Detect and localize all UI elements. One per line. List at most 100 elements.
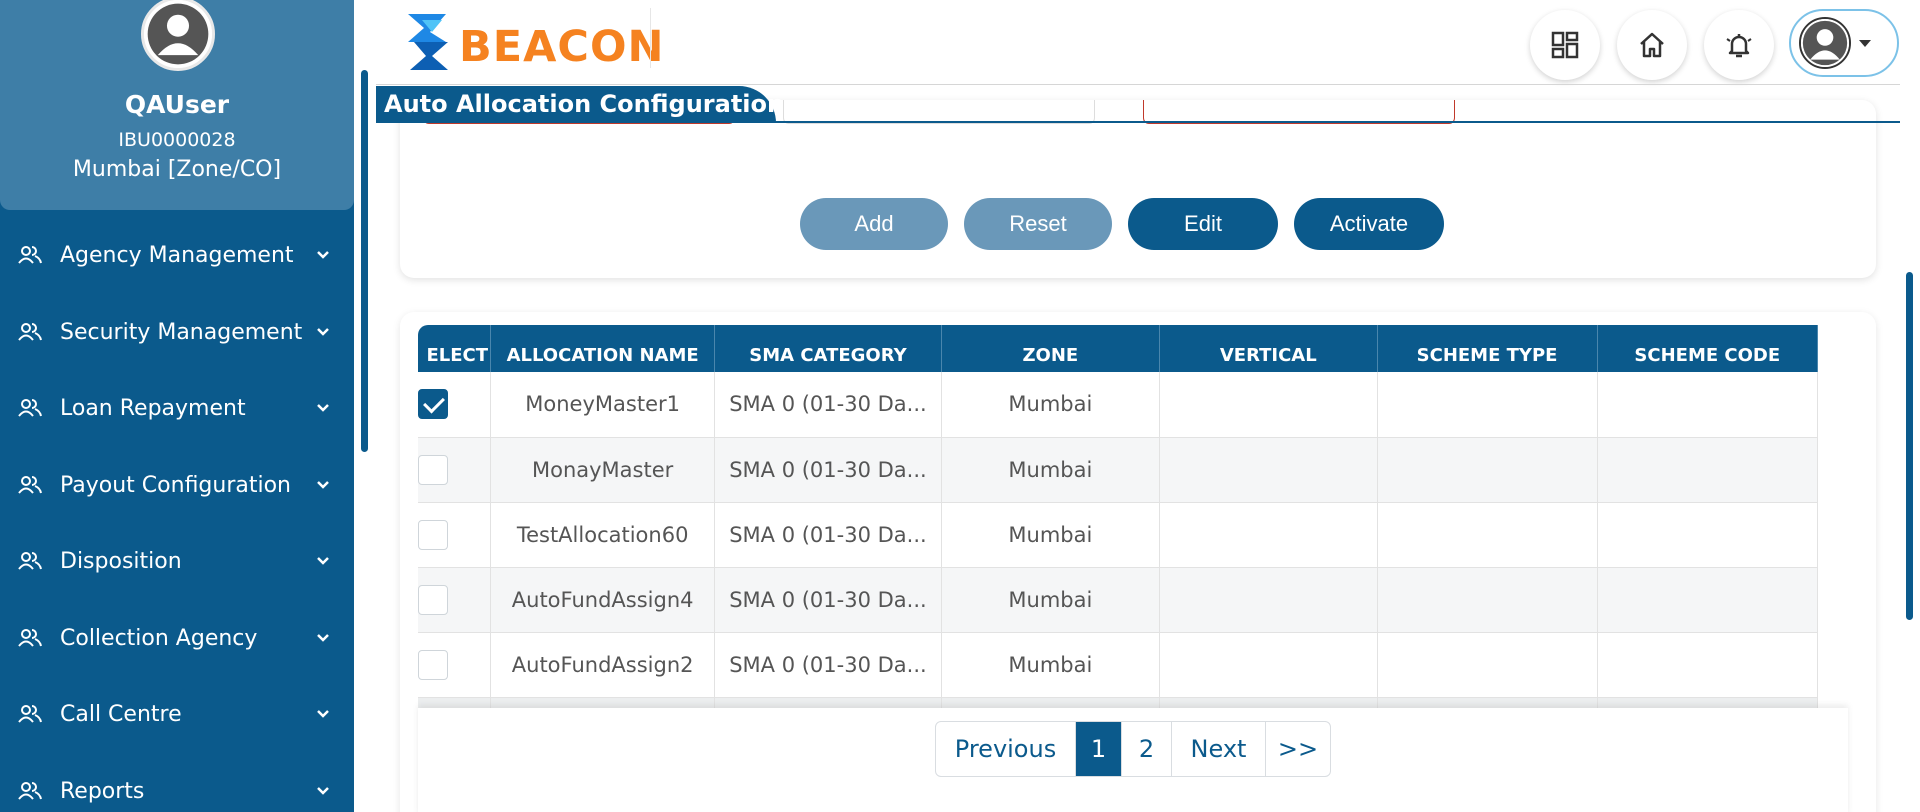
sidebar-item-reports[interactable]: Reports	[0, 761, 354, 812]
users-icon	[18, 399, 42, 417]
table-row[interactable]: MoneyMaster1 SMA 0 (01-30 Da... Mumbai	[418, 372, 1819, 438]
table-row[interactable]: MonayMaster SMA 0 (01-30 Da... Mumbai	[418, 437, 1819, 503]
page-title-underline	[376, 121, 1900, 123]
cell-sma: SMA 0 (01-30 Da...	[714, 632, 942, 698]
chevron-down-icon	[317, 787, 329, 795]
page-title: Auto Allocation Configuration	[376, 86, 784, 123]
cell-sma: SMA 0 (01-30 Da...	[714, 437, 942, 503]
user-zone: Mumbai [Zone/CO]	[72, 157, 282, 182]
user-avatar-icon	[1801, 19, 1849, 67]
sidebar-item-payout-configuration[interactable]: Payout Configuration	[0, 455, 354, 515]
users-icon	[18, 705, 42, 723]
sidebar-item-disposition[interactable]: Disposition	[0, 531, 354, 591]
sidebar-item-label: Security Management	[60, 319, 303, 345]
sidebar-item-loan-repayment[interactable]: Loan Repayment	[0, 378, 354, 438]
cell-zone: Mumbai	[941, 632, 1161, 698]
table-row[interactable]: TestAllocation60 SMA 0 (01-30 Da... Mumbai	[418, 502, 1819, 568]
row-checkbox[interactable]	[418, 649, 448, 680]
table-body: MoneyMaster1 SMA 0 (01-30 Da... Mumbai Mona…	[418, 372, 1819, 715]
select-cell	[418, 437, 492, 503]
column-header: SMA CATEGORY	[714, 325, 942, 372]
column-header: VERTICAL	[1159, 325, 1378, 372]
cell-zone: Mumbai	[941, 437, 1161, 503]
dashboard-button[interactable]	[1530, 10, 1600, 80]
brand-name: BEACON	[459, 22, 665, 72]
sidebar-item-label: Reports	[60, 778, 145, 804]
chevron-down-icon	[317, 251, 329, 259]
chevron-down-icon	[317, 634, 329, 642]
row-checkbox[interactable]	[418, 454, 448, 485]
last-page-button[interactable]: >>	[1266, 722, 1330, 776]
home-icon	[1640, 32, 1664, 58]
cell-name: TestAllocation60	[490, 502, 716, 568]
reset-button[interactable]: Reset	[964, 198, 1112, 250]
chevron-down-icon	[317, 710, 329, 718]
previous-page-button[interactable]: Previous	[936, 722, 1076, 776]
cell-name: MonayMaster	[490, 437, 716, 503]
cell-scheme-code	[1597, 372, 1819, 438]
header-separator	[376, 84, 1900, 85]
sidebar-scrollbar[interactable]	[361, 70, 368, 452]
column-header: ZONE	[941, 325, 1161, 372]
cell-sma: SMA 0 (01-30 Da...	[714, 372, 942, 438]
sidebar-item-call-centre[interactable]: Call Centre	[0, 684, 354, 744]
cell-scheme-code	[1597, 567, 1819, 633]
users-icon	[18, 552, 42, 570]
header-divider	[650, 8, 651, 68]
bell-icon	[1726, 34, 1752, 58]
cell-sma: SMA 0 (01-30 Da...	[714, 567, 942, 633]
select-cell	[418, 502, 492, 568]
row-checkbox[interactable]	[418, 584, 448, 615]
pagination: Previous 1 2 Next >>	[935, 721, 1331, 777]
select-cell	[418, 567, 492, 633]
notifications-button[interactable]	[1704, 10, 1774, 80]
table-header-row: ELECT ALLOCATION NAME SMA CATEGORY ZONE VERT…	[418, 325, 1819, 372]
home-button[interactable]	[1617, 10, 1687, 80]
sidebar-item-agency-management[interactable]: Agency Management	[0, 225, 354, 285]
cell-name: MoneyMaster1	[490, 372, 716, 438]
select-cell	[418, 372, 492, 438]
allocation-table: ELECT ALLOCATION NAME SMA CATEGORY ZONE VERT…	[418, 325, 1819, 715]
row-checkbox[interactable]	[418, 389, 448, 420]
cell-name: AutoFundAssign4	[490, 567, 716, 633]
table-row[interactable]: AutoFundAssign4 SMA 0 (01-30 Da... Mumbai	[418, 567, 1819, 633]
page-button-1[interactable]: 1	[1076, 722, 1122, 776]
user-profile-panel: QAUser IBU0000028 Mumbai [Zone/CO]	[0, 0, 354, 210]
select-cell	[418, 632, 492, 698]
user-menu-button[interactable]	[1789, 9, 1899, 77]
sidebar-item-security-management[interactable]: Security Management	[0, 302, 354, 362]
sidebar-item-label: Payout Configuration	[60, 472, 291, 498]
sidebar-item-label: Call Centre	[60, 701, 182, 727]
page-button-2[interactable]: 2	[1122, 722, 1172, 776]
cell-scheme-type	[1377, 502, 1598, 568]
sidebar-item-label: Collection Agency	[60, 625, 258, 651]
cell-scheme-type	[1377, 567, 1598, 633]
cell-zone: Mumbai	[941, 567, 1161, 633]
chevron-down-icon	[317, 481, 329, 489]
row-checkbox[interactable]	[418, 519, 448, 550]
cell-vertical	[1159, 372, 1378, 438]
avatar	[141, 0, 215, 71]
users-icon	[18, 476, 42, 494]
edit-button[interactable]: Edit	[1128, 198, 1278, 250]
page-scrollbar[interactable]	[1906, 272, 1913, 620]
user-avatar-icon	[144, 0, 212, 68]
cell-name: AutoFundAssign2	[490, 632, 716, 698]
cell-vertical	[1159, 437, 1378, 503]
add-button[interactable]: Add	[800, 198, 948, 250]
cell-zone: Mumbai	[941, 372, 1161, 438]
cell-vertical	[1159, 632, 1378, 698]
cell-vertical	[1159, 567, 1378, 633]
user-id: IBU0000028	[118, 129, 236, 151]
sidebar-item-collection-agency[interactable]: Collection Agency	[0, 608, 354, 668]
cell-scheme-type	[1377, 632, 1598, 698]
next-page-button[interactable]: Next	[1172, 722, 1266, 776]
avatar	[1799, 17, 1851, 69]
allocation-table-container: ELECT ALLOCATION NAME SMA CATEGORY ZONE VERT…	[418, 325, 1848, 715]
column-header: SCHEME TYPE	[1377, 325, 1598, 372]
activate-button[interactable]: Activate	[1294, 198, 1444, 250]
cell-vertical	[1159, 502, 1378, 568]
chevron-down-icon	[317, 557, 329, 565]
chevron-down-icon	[317, 328, 329, 336]
table-row[interactable]: AutoFundAssign2 SMA 0 (01-30 Da... Mumbai	[418, 632, 1819, 698]
